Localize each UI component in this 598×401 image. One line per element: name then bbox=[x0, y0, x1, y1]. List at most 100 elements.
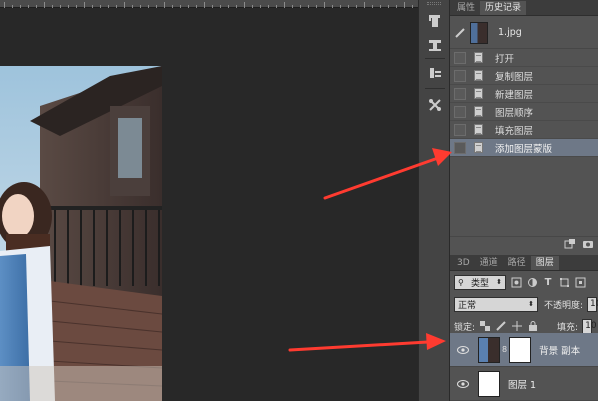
fill-field[interactable]: 10 bbox=[582, 318, 597, 334]
camera-icon[interactable] bbox=[582, 239, 594, 252]
brush-presets-icon[interactable] bbox=[425, 12, 445, 30]
layer-name: 图层 1 bbox=[508, 379, 537, 391]
ruler-tick bbox=[220, 5, 221, 8]
history-source-checkbox[interactable] bbox=[454, 69, 466, 82]
ruler-tick bbox=[116, 5, 117, 8]
photo-illustration bbox=[0, 66, 162, 401]
history-source-checkbox[interactable] bbox=[454, 123, 466, 136]
history-tabbar: 属性 历史记录 bbox=[450, 0, 598, 16]
ruler-tick bbox=[364, 2, 365, 8]
ruler-tick bbox=[340, 5, 341, 8]
history-item-selected[interactable]: 添加图层蒙版 bbox=[450, 139, 598, 157]
ruler-tick bbox=[92, 5, 93, 8]
lock-brush-icon[interactable] bbox=[495, 320, 507, 332]
opacity-field[interactable]: 10 bbox=[587, 296, 598, 312]
blend-mode-dropdown[interactable]: 正常 ⬍ bbox=[454, 296, 538, 312]
right-panel-dock: 属性 历史记录 1.jpg 打开 复制图层 新建图层 图层顺序 填充图层 添加图… bbox=[450, 0, 598, 401]
ruler-tick bbox=[4, 2, 5, 8]
strip-grip[interactable] bbox=[427, 2, 441, 5]
history-state-icon bbox=[474, 142, 483, 153]
tab-properties[interactable]: 属性 bbox=[452, 1, 481, 15]
history-item[interactable]: 填充图层 bbox=[450, 121, 598, 139]
ruler-tick bbox=[332, 5, 333, 8]
ruler-tick bbox=[100, 5, 101, 8]
ruler-tick bbox=[20, 5, 21, 8]
history-item[interactable]: 新建图层 bbox=[450, 85, 598, 103]
new-document-from-state-icon[interactable] bbox=[564, 239, 576, 252]
layer-row[interactable]: 图层 1 bbox=[450, 367, 598, 401]
snapshot-thumbnail bbox=[470, 21, 488, 44]
lock-transparent-icon[interactable] bbox=[479, 320, 491, 332]
paragraph-icon[interactable] bbox=[425, 64, 445, 82]
layer-thumbnail bbox=[478, 370, 500, 397]
tab-history[interactable]: 历史记录 bbox=[480, 1, 527, 15]
shape-filter-icon[interactable] bbox=[558, 276, 570, 288]
ruler-tick bbox=[108, 5, 109, 8]
ruler-tick bbox=[132, 5, 133, 8]
layer-mask-thumbnail[interactable] bbox=[509, 336, 532, 363]
ruler-tick bbox=[284, 2, 285, 8]
tab-channels[interactable]: 通道 bbox=[474, 256, 503, 270]
mask-link-icon[interactable]: 8 bbox=[502, 345, 507, 354]
layers-panel: 3D 通道 路径 图层 ⚲ 类型 ⬍ T 正常 ⬍ 不透明度: 1 锁定: 填充… bbox=[450, 255, 598, 401]
ruler-tick bbox=[28, 5, 29, 8]
eye-icon[interactable] bbox=[456, 379, 470, 389]
history-panel: 属性 历史记录 1.jpg 打开 复制图层 新建图层 图层顺序 填充图层 添加图… bbox=[450, 0, 598, 254]
history-source-checkbox[interactable] bbox=[454, 87, 466, 100]
history-source-checkbox[interactable] bbox=[454, 141, 466, 154]
type-filter-icon[interactable]: T bbox=[542, 276, 554, 288]
history-item-label: 打开 bbox=[495, 53, 515, 65]
tab-layers[interactable]: 图层 bbox=[530, 256, 559, 270]
ruler-tick bbox=[148, 5, 149, 8]
ruler-tick bbox=[36, 5, 37, 8]
ruler-tick bbox=[348, 5, 349, 8]
history-item[interactable]: 复制图层 bbox=[450, 67, 598, 85]
lock-all-icon[interactable] bbox=[527, 320, 539, 332]
layer-filter-row: ⚲ 类型 ⬍ T bbox=[450, 271, 598, 293]
ruler-tick bbox=[236, 5, 237, 8]
history-item[interactable]: 图层顺序 bbox=[450, 103, 598, 121]
filter-kind-label: 类型 bbox=[470, 278, 489, 289]
document-canvas[interactable] bbox=[0, 0, 418, 401]
ruler-tick bbox=[260, 5, 261, 8]
smart-object-filter-icon[interactable] bbox=[574, 276, 586, 288]
tool-presets-icon[interactable] bbox=[425, 96, 445, 114]
history-source-checkbox[interactable] bbox=[454, 51, 466, 64]
ruler-tick bbox=[300, 5, 301, 8]
history-snapshot[interactable]: 1.jpg bbox=[450, 17, 598, 49]
ruler-tick bbox=[372, 5, 373, 8]
ruler-tick bbox=[180, 5, 181, 8]
ruler-tick bbox=[212, 5, 213, 8]
history-list: 打开 复制图层 新建图层 图层顺序 填充图层 添加图层蒙版 bbox=[450, 49, 598, 157]
adjustment-filter-icon[interactable] bbox=[526, 276, 538, 288]
history-state-icon bbox=[474, 88, 483, 99]
pixel-filter-icon[interactable] bbox=[510, 276, 522, 288]
history-item-label: 添加图层蒙版 bbox=[495, 143, 553, 155]
layers-tabbar: 3D 通道 路径 图层 bbox=[450, 255, 598, 271]
fill-label: 填充: bbox=[557, 322, 579, 333]
history-state-icon bbox=[474, 106, 483, 117]
ruler-tick bbox=[404, 2, 405, 8]
ruler-tick bbox=[140, 5, 141, 8]
ruler-tick bbox=[412, 5, 413, 8]
ruler-tick bbox=[196, 5, 197, 8]
document-photo[interactable] bbox=[0, 66, 162, 401]
clone-source-icon[interactable] bbox=[425, 36, 445, 54]
updown-icon: ⬍ bbox=[528, 300, 534, 308]
filter-kind-dropdown[interactable]: ⚲ 类型 ⬍ bbox=[454, 274, 506, 290]
history-source-checkbox[interactable] bbox=[454, 105, 466, 118]
tab-paths[interactable]: 路径 bbox=[502, 256, 531, 270]
history-item[interactable]: 打开 bbox=[450, 49, 598, 67]
tab-3d[interactable]: 3D bbox=[452, 256, 475, 270]
lock-move-icon[interactable] bbox=[511, 320, 523, 332]
ruler-tick bbox=[164, 2, 165, 8]
eye-icon[interactable] bbox=[456, 345, 470, 355]
blend-opacity-row: 正常 ⬍ 不透明度: 10 bbox=[450, 293, 598, 315]
ruler-tick bbox=[60, 5, 61, 8]
history-item-label: 复制图层 bbox=[495, 71, 534, 83]
ruler-tick bbox=[292, 5, 293, 8]
layer-row-selected[interactable]: 8 背景 副本 bbox=[450, 333, 598, 367]
ruler-tick bbox=[308, 5, 309, 8]
brush-source-icon[interactable] bbox=[454, 27, 466, 39]
search-icon: ⚲ bbox=[458, 277, 464, 287]
